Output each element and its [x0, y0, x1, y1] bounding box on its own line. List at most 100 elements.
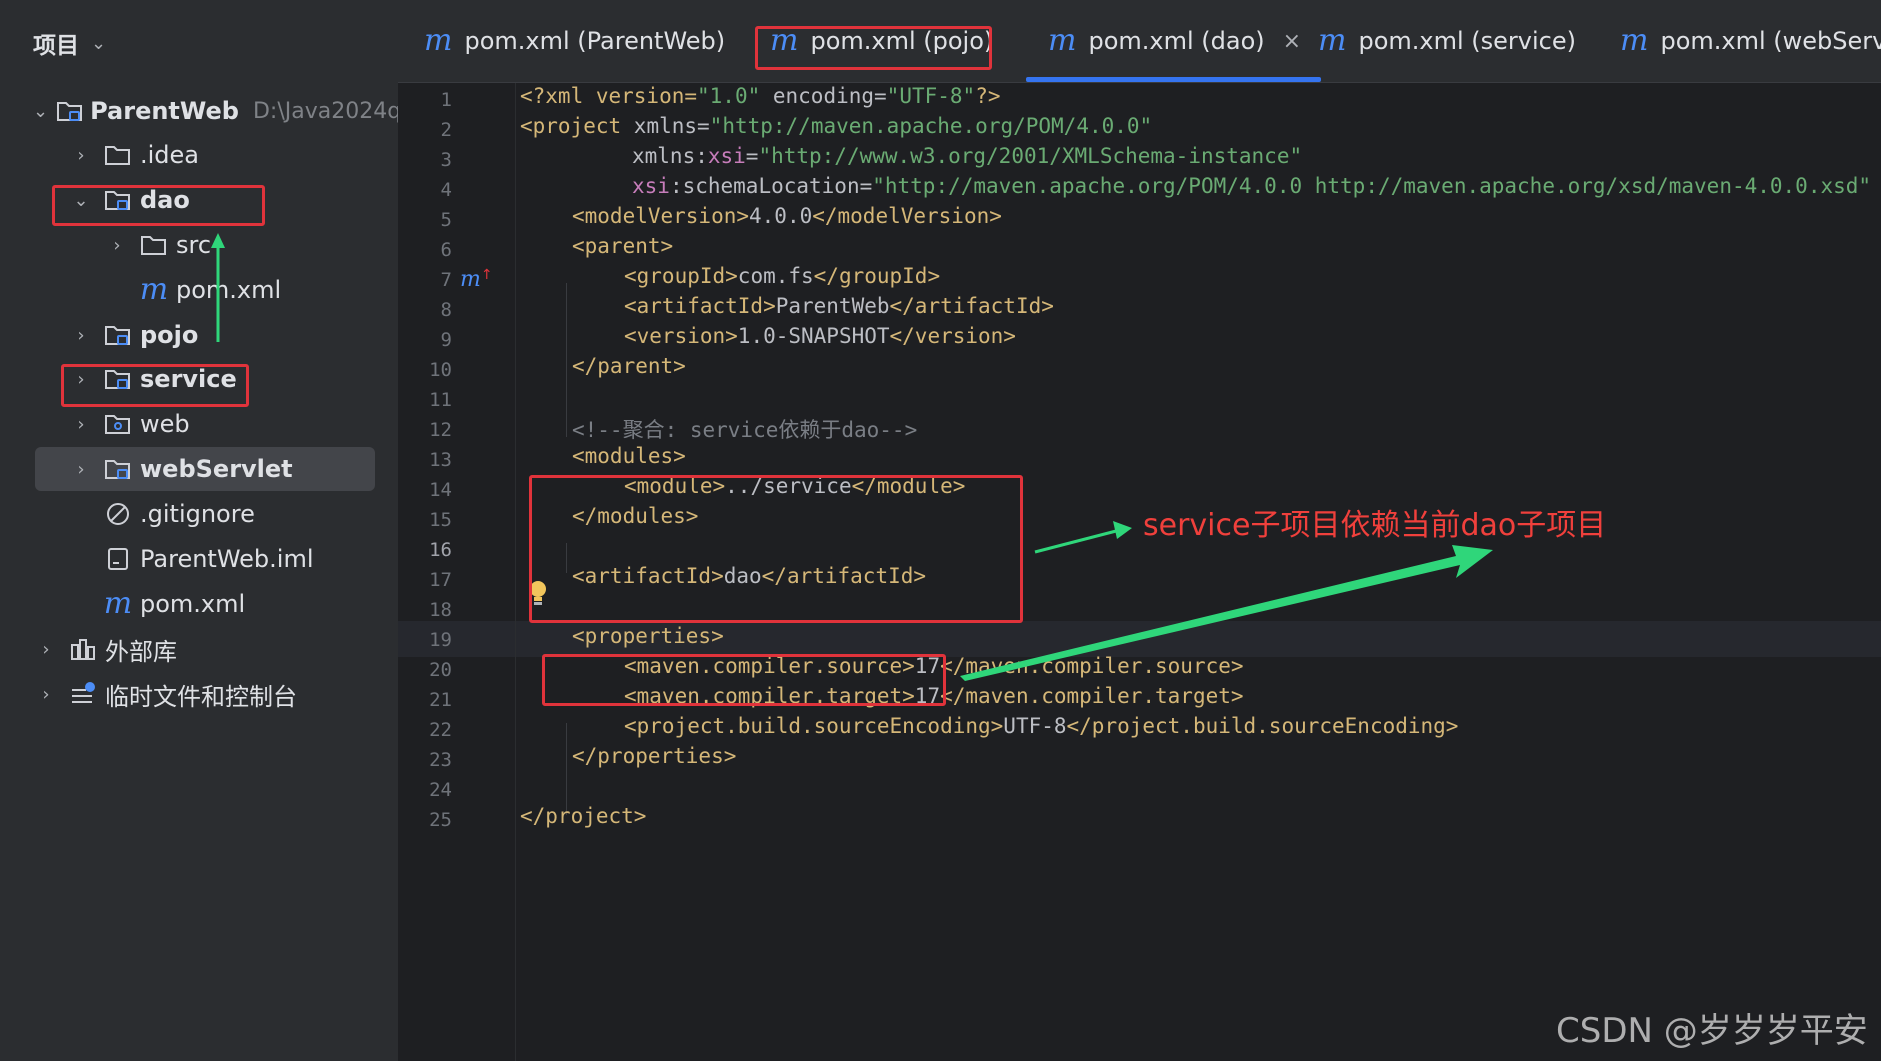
active-tab-indicator — [1026, 77, 1322, 82]
chevron-right-icon[interactable]: › — [104, 235, 130, 256]
line-number: 17 — [429, 569, 452, 591]
line-number: 12 — [429, 419, 452, 441]
tree-item-idea[interactable]: › .idea — [68, 133, 408, 177]
maven-icon: m — [1318, 23, 1347, 58]
tree-item-parentweb[interactable]: ⌄ ParentWeb D:\Java2024qiji — [33, 89, 420, 133]
line-number: 15 — [429, 509, 452, 531]
ignore-file-icon — [102, 500, 134, 528]
chevron-down-icon[interactable]: ⌄ — [91, 33, 106, 54]
tree-item-label: pom.xml — [140, 590, 246, 618]
code-line-12: <!--聚合: service依赖于dao--> — [572, 418, 918, 442]
indent-guide — [566, 283, 567, 437]
line-number: 18 — [429, 599, 452, 621]
code-line-4: xsi:schemaLocation="http://maven.apache.… — [632, 174, 1872, 198]
tab-label: pom.xml (webServlet — [1660, 27, 1881, 55]
line-number: 22 — [429, 719, 452, 741]
tree-item-label: pojo — [140, 321, 199, 349]
tree-item-label: src — [176, 231, 212, 259]
project-sidebar: 项目 ⌄ ⌄ ParentWeb D:\Java2024qiji › .idea… — [0, 0, 420, 1061]
annotation-box-service — [61, 364, 249, 407]
tree-item-label: 临时文件和控制台 — [105, 682, 297, 711]
code-line-23: </properties> — [572, 744, 737, 768]
line-number: 9 — [440, 329, 452, 351]
annotation-box-modules — [529, 475, 1023, 623]
maven-parent-gutter-icon[interactable]: m↑ — [460, 267, 493, 291]
tree-item-label: .gitignore — [140, 500, 255, 528]
code-line-2: <project xmlns="http://maven.apache.org/… — [520, 114, 1153, 138]
code-line-22: <project.build.sourceEncoding>UTF-8</pro… — [624, 714, 1459, 738]
maven-icon: m — [103, 586, 133, 621]
tab-pom-service[interactable]: m pom.xml (service) — [1318, 0, 1576, 82]
tab-pom-webservlet[interactable]: m pom.xml (webServlet — [1620, 0, 1881, 82]
chevron-right-icon[interactable]: › — [68, 459, 94, 480]
line-number: 25 — [429, 809, 452, 831]
tree-item-label: ParentWeb — [90, 97, 239, 125]
module-folder-icon — [102, 321, 134, 349]
code-line-3: xmlns:xsi="http://www.w3.org/2001/XMLSch… — [632, 144, 1303, 168]
tree-item-label: ParentWeb.iml — [140, 545, 314, 573]
tree-item-src[interactable]: › src — [104, 223, 444, 267]
tree-item-iml[interactable]: ParentWeb.iml — [94, 537, 434, 581]
chevron-right-icon[interactable]: › — [68, 325, 94, 346]
tree-item-web[interactable]: › web — [68, 402, 408, 446]
line-number-gutter: 1 2 3 4 5 6 7 8 9 10 11 12 13 14 15 16 17 18 19 20 21 22 23 24 2… — [398, 83, 516, 1061]
annotation-box-tab-pojo — [755, 26, 992, 70]
line-number: 6 — [440, 239, 452, 261]
line-number: 4 — [440, 179, 452, 201]
folder-icon — [138, 231, 170, 259]
line-number: 19 — [429, 629, 452, 651]
annotation-box-artifactid — [542, 654, 946, 706]
tree-item-label: .idea — [140, 141, 200, 169]
tree-item-webservlet[interactable]: › webServlet — [35, 447, 375, 491]
code-line-7: <groupId>com.fs</groupId> — [624, 264, 941, 288]
scratches-icon — [67, 680, 99, 708]
gutter-separator — [515, 83, 516, 1061]
tab-label: pom.xml (ParentWeb) — [464, 27, 726, 55]
editor-tab-bar: m pom.xml (ParentWeb) m pom.xml (pojo) m… — [398, 0, 1881, 83]
line-number: 8 — [440, 299, 452, 321]
line-number: 1 — [440, 89, 452, 111]
annotation-box-dao — [52, 185, 265, 226]
code-line-9: <version>1.0-SNAPSHOT</version> — [624, 324, 1016, 348]
library-icon — [67, 635, 99, 663]
close-icon[interactable]: × — [1283, 29, 1301, 54]
tree-item-external-libraries[interactable]: › 外部库 — [33, 627, 373, 671]
tree-item-scratches[interactable]: › 临时文件和控制台 — [33, 672, 373, 716]
tree-item-pojo[interactable]: › pojo — [68, 313, 408, 357]
line-number: 5 — [440, 209, 452, 231]
line-number: 2 — [440, 119, 452, 141]
module-folder-icon — [102, 455, 134, 483]
line-number: 16 — [429, 539, 452, 561]
code-line-19: <properties> — [572, 624, 724, 648]
line-number: 21 — [429, 689, 452, 711]
watermark: CSDN @岁岁岁平安 — [1556, 1011, 1868, 1051]
chevron-right-icon[interactable]: › — [33, 684, 59, 705]
tree-item-path: D:\Java2024qiji — [252, 98, 420, 124]
project-view-header[interactable]: 项目 ⌄ — [33, 26, 106, 60]
project-view-title: 项目 — [33, 33, 79, 59]
tree-item-gitignore[interactable]: .gitignore — [94, 492, 434, 536]
tree-item-root-pom[interactable]: m pom.xml — [94, 582, 434, 626]
chevron-down-icon[interactable]: ⌄ — [33, 101, 48, 122]
line-number: 24 — [429, 779, 452, 801]
module-folder-icon — [56, 97, 84, 125]
code-line-1: <?xml version="1.0" encoding="UTF-8"?> — [520, 84, 1001, 108]
line-number: 11 — [429, 389, 452, 411]
code-line-25: </project> — [520, 804, 647, 828]
code-line-10: </parent> — [572, 354, 686, 378]
web-folder-icon — [102, 410, 134, 438]
code-line-8: <artifactId>ParentWeb</artifactId> — [624, 294, 1054, 318]
chevron-right-icon[interactable]: › — [33, 639, 59, 660]
line-number: 23 — [429, 749, 452, 771]
line-number: 13 — [429, 449, 452, 471]
tab-pom-parentweb[interactable]: m pom.xml (ParentWeb) — [424, 0, 725, 82]
line-number: 14 — [429, 479, 452, 501]
iml-file-icon — [102, 545, 134, 573]
chevron-right-icon[interactable]: › — [68, 414, 94, 435]
maven-icon: m — [139, 272, 169, 307]
maven-icon: m — [1048, 23, 1077, 58]
tab-pom-dao[interactable]: m pom.xml (dao) × — [1026, 0, 1322, 82]
chevron-right-icon[interactable]: › — [68, 145, 94, 166]
code-line-6: <parent> — [572, 234, 674, 258]
tab-label: pom.xml (dao) — [1088, 27, 1265, 55]
